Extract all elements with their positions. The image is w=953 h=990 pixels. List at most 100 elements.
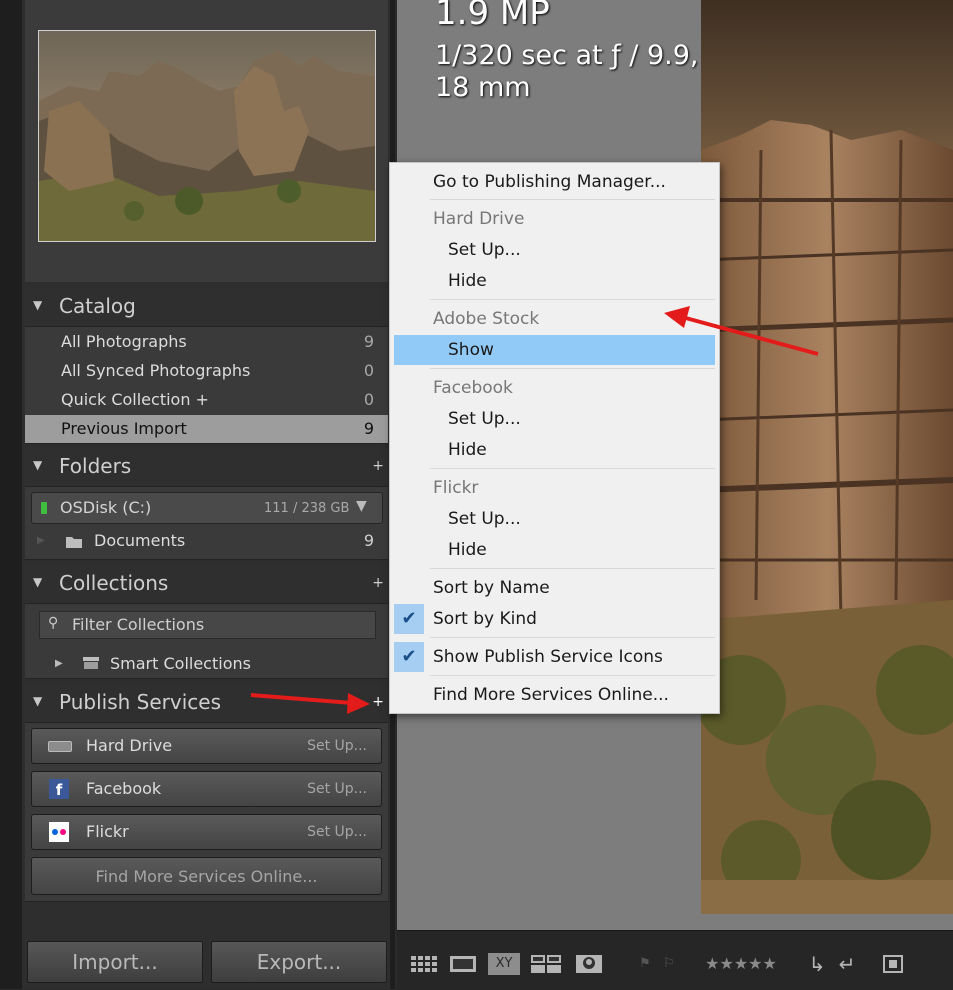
rotate-left-icon[interactable]: ↳ — [805, 953, 829, 975]
catalog-row-all-photographs[interactable]: All Photographs 9 — [25, 328, 388, 356]
grid-view-icon[interactable] — [409, 953, 439, 975]
smart-collections-label: Smart Collections — [110, 654, 251, 673]
catalog-row-label: Previous Import — [61, 419, 187, 438]
menu-header-label: Flickr — [433, 478, 479, 498]
catalog-row-count: 0 — [363, 390, 374, 409]
collections-title: Collections — [59, 571, 169, 595]
catalog-row-quick-collection[interactable]: Quick Collection + 0 — [25, 386, 388, 414]
folder-count: 9 — [363, 531, 374, 550]
menu-item-label: Hide — [448, 271, 487, 291]
menu-hard-drive-set-up[interactable]: Set Up... — [390, 235, 719, 265]
find-more-services-label: Find More Services Online... — [95, 867, 318, 886]
catalog-section-header[interactable]: ▼ Catalog — [25, 288, 388, 326]
smart-collection-icon — [83, 657, 99, 669]
menu-separator — [430, 637, 715, 638]
menu-find-more-services[interactable]: Find More Services Online... — [390, 680, 719, 710]
collapse-triangle-icon[interactable]: ▼ — [33, 458, 42, 472]
publish-service-label: Flickr — [86, 822, 129, 841]
find-more-services-button[interactable]: Find More Services Online... — [31, 857, 382, 895]
menu-flickr-set-up[interactable]: Set Up... — [390, 504, 719, 534]
catalog-row-all-synced[interactable]: All Synced Photographs 0 — [25, 357, 388, 385]
catalog-row-label: All Synced Photographs — [61, 361, 251, 380]
collapse-triangle-icon[interactable]: ▼ — [33, 694, 42, 708]
menu-header-label: Adobe Stock — [433, 309, 540, 329]
people-view-icon[interactable] — [574, 953, 604, 975]
menu-header-hard-drive: Hard Drive — [390, 204, 719, 234]
drive-name: OSDisk (C:) — [60, 498, 152, 517]
menu-item-label: Set Up... — [448, 409, 521, 429]
menu-separator — [430, 199, 715, 200]
filter-collections-input[interactable]: ⚲ Filter Collections — [39, 611, 376, 639]
catalog-row-previous-import[interactable]: Previous Import 9 — [25, 415, 388, 443]
compare-view-icon[interactable]: XY — [488, 953, 520, 975]
set-up-link[interactable]: Set Up... — [307, 781, 367, 797]
menu-header-adobe-stock: Adobe Stock — [390, 304, 719, 334]
menu-item-label: Show Publish Service Icons — [433, 647, 663, 667]
folders-section-header[interactable]: ▼ Folders + — [25, 448, 388, 486]
collapse-triangle-icon[interactable]: ▼ — [33, 298, 42, 312]
menu-item-label: Find More Services Online... — [433, 685, 669, 705]
add-collection-icon[interactable]: + — [372, 575, 384, 591]
publish-service-facebook[interactable]: f Facebook Set Up... — [31, 771, 382, 807]
menu-adobe-stock-show[interactable]: Show — [394, 335, 715, 365]
menu-facebook-set-up[interactable]: Set Up... — [390, 404, 719, 434]
catalog-row-label: All Photographs — [61, 332, 187, 351]
rotate-right-icon[interactable]: ↵ — [835, 953, 859, 975]
expand-triangle-icon[interactable]: ▶ — [37, 535, 45, 546]
menu-item-label: Show — [448, 340, 494, 360]
crop-overlay-icon[interactable] — [880, 953, 906, 975]
menu-facebook-hide[interactable]: Hide — [390, 435, 719, 465]
menu-item-label: Set Up... — [448, 509, 521, 529]
hard-drive-icon — [48, 741, 72, 752]
search-icon: ⚲ — [48, 615, 59, 631]
flickr-blue-dot-icon — [52, 829, 58, 835]
survey-view-icon[interactable] — [530, 953, 562, 975]
smart-collections-row[interactable]: ▶ Smart Collections — [25, 651, 388, 677]
menu-separator — [430, 568, 715, 569]
checkmark-icon: ✔ — [394, 604, 424, 634]
folder-label: Documents — [94, 531, 186, 550]
publish-services-context-menu: Go to Publishing Manager... Hard Drive S… — [389, 162, 720, 714]
collections-section-header[interactable]: ▼ Collections + — [25, 565, 388, 603]
drive-bar[interactable]: OSDisk (C:) 111 / 238 GB ▼ — [31, 492, 383, 524]
publish-services-section-header[interactable]: ▼ Publish Services + — [25, 684, 388, 722]
flag-icon[interactable]: ⚑ — [636, 953, 654, 975]
folder-icon — [66, 537, 82, 548]
export-button[interactable]: Export... — [211, 941, 387, 983]
folder-row-documents[interactable]: ▶ Documents 9 — [25, 528, 388, 556]
set-up-link[interactable]: Set Up... — [307, 824, 367, 840]
menu-flickr-hide[interactable]: Hide — [390, 535, 719, 565]
loupe-view-icon[interactable] — [448, 953, 478, 975]
set-up-link[interactable]: Set Up... — [307, 738, 367, 754]
reject-flag-icon[interactable]: ⚐ — [660, 953, 678, 975]
menu-item-label: Go to Publishing Manager... — [433, 172, 666, 192]
publish-service-flickr[interactable]: Flickr Set Up... — [31, 814, 382, 850]
drive-status-icon — [41, 502, 47, 514]
flickr-pink-dot-icon — [60, 829, 66, 835]
expand-triangle-icon[interactable]: ▶ — [55, 658, 63, 669]
star-rating[interactable]: ★★★★★ — [698, 953, 784, 975]
menu-sort-by-name[interactable]: Sort by Name — [390, 573, 719, 603]
menu-separator — [430, 468, 715, 469]
filter-collections-placeholder: Filter Collections — [72, 615, 205, 634]
menu-separator — [430, 368, 715, 369]
menu-hard-drive-hide[interactable]: Hide — [390, 266, 719, 296]
menu-item-label: Sort by Kind — [433, 609, 537, 629]
drive-dropdown-icon[interactable]: ▼ — [356, 498, 367, 514]
publish-service-label: Hard Drive — [86, 736, 173, 755]
menu-header-flickr: Flickr — [390, 473, 719, 503]
flickr-icon — [49, 822, 69, 842]
menu-go-to-publishing-manager[interactable]: Go to Publishing Manager... — [390, 167, 719, 197]
add-folder-icon[interactable]: + — [372, 458, 384, 474]
menu-separator — [430, 299, 715, 300]
menu-show-publish-service-icons[interactable]: ✔ Show Publish Service Icons — [390, 642, 719, 672]
import-button[interactable]: Import... — [27, 941, 203, 983]
menu-item-label: Sort by Name — [433, 578, 550, 598]
loupe-photo[interactable] — [701, 0, 953, 914]
menu-sort-by-kind[interactable]: ✔ Sort by Kind — [390, 604, 719, 634]
drive-usage: 111 / 238 GB — [264, 501, 350, 516]
collapse-triangle-icon[interactable]: ▼ — [33, 575, 42, 589]
add-publish-service-icon[interactable]: + — [372, 694, 384, 710]
navigator-thumbnail[interactable] — [38, 30, 376, 242]
publish-service-hard-drive[interactable]: Hard Drive Set Up... — [31, 728, 382, 764]
